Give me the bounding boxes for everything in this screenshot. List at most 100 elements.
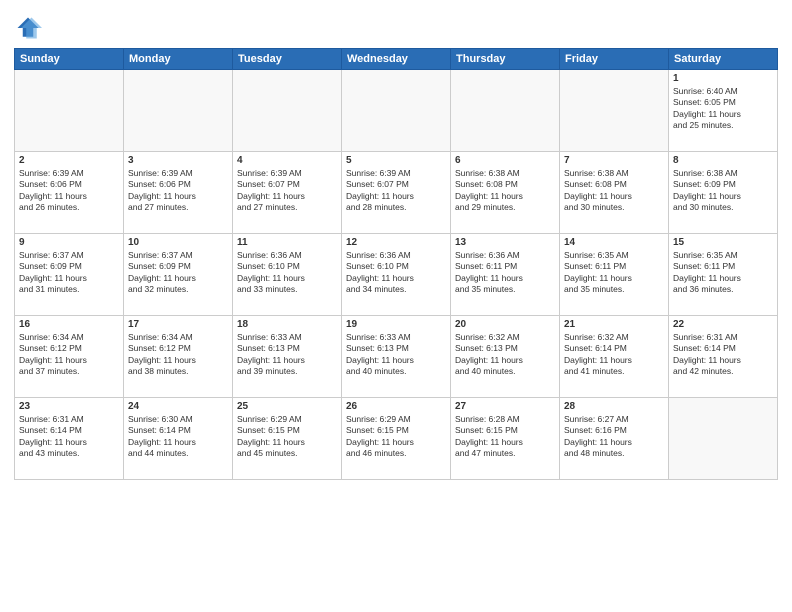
day-number: 11 [237,237,337,248]
calendar-cell: 18 Sunrise: 6:33 AM Sunset: 6:13 PM Dayli… [233,316,342,398]
day-info: Sunrise: 6:37 AM Sunset: 6:09 PM Dayligh… [19,250,119,296]
calendar-cell: 27 Sunrise: 6:28 AM Sunset: 6:15 PM Dayli… [451,398,560,480]
calendar-cell: 2 Sunrise: 6:39 AM Sunset: 6:06 PM Daylig… [15,152,124,234]
calendar-cell: 5 Sunrise: 6:39 AM Sunset: 6:07 PM Daylig… [342,152,451,234]
calendar-cell: 8Sunrise: 6:38 AM Sunset: 6:09 PM Daylig… [669,152,778,234]
day-number: 21 [564,319,664,330]
day-number: 19 [346,319,446,330]
day-info: Sunrise: 6:39 AM Sunset: 6:06 PM Dayligh… [19,168,119,214]
day-info: Sunrise: 6:31 AM Sunset: 6:14 PM Dayligh… [673,332,773,378]
calendar-cell: 15 Sunrise: 6:35 AM Sunset: 6:11 PM Dayli… [669,234,778,316]
calendar-cell [124,70,233,152]
calendar-cell: 19 Sunrise: 6:33 AM Sunset: 6:13 PM Dayli… [342,316,451,398]
calendar-cell: 12 Sunrise: 6:36 AM Sunset: 6:10 PM Dayli… [342,234,451,316]
day-number: 16 [19,319,119,330]
day-number: 3 [128,155,228,166]
day-number: 2 [19,155,119,166]
calendar-week-row: 2 Sunrise: 6:39 AM Sunset: 6:06 PM Daylig… [15,152,778,234]
day-number: 18 [237,319,337,330]
logo-icon [14,14,42,42]
calendar-cell: 20 Sunrise: 6:32 AM Sunset: 6:13 PM Dayli… [451,316,560,398]
calendar-cell: 17 Sunrise: 6:34 AM Sunset: 6:12 PM Dayli… [124,316,233,398]
day-info: Sunrise: 6:29 AM Sunset: 6:15 PM Dayligh… [237,414,337,460]
day-number: 25 [237,401,337,412]
day-info: Sunrise: 6:38 AM Sunset: 6:08 PM Dayligh… [455,168,555,214]
calendar-cell: 26Sunrise: 6:29 AM Sunset: 6:15 PM Dayli… [342,398,451,480]
day-info: Sunrise: 6:38 AM Sunset: 6:09 PM Dayligh… [673,168,773,214]
logo [14,14,44,42]
day-info: Sunrise: 6:33 AM Sunset: 6:13 PM Dayligh… [237,332,337,378]
calendar-table: SundayMondayTuesdayWednesdayThursdayFrid… [14,48,778,480]
day-number: 9 [19,237,119,248]
day-info: Sunrise: 6:38 AM Sunset: 6:08 PM Dayligh… [564,168,664,214]
day-number: 28 [564,401,664,412]
day-info: Sunrise: 6:36 AM Sunset: 6:10 PM Dayligh… [237,250,337,296]
calendar-cell: 11 Sunrise: 6:36 AM Sunset: 6:10 PM Dayli… [233,234,342,316]
calendar-cell [669,398,778,480]
calendar-cell: 3 Sunrise: 6:39 AM Sunset: 6:06 PM Daylig… [124,152,233,234]
day-info: Sunrise: 6:37 AM Sunset: 6:09 PM Dayligh… [128,250,228,296]
weekday-header: Thursday [451,49,560,70]
day-info: Sunrise: 6:35 AM Sunset: 6:11 PM Dayligh… [673,250,773,296]
calendar-cell: 13 Sunrise: 6:36 AM Sunset: 6:11 PM Dayli… [451,234,560,316]
calendar-cell: 16 Sunrise: 6:34 AM Sunset: 6:12 PM Dayli… [15,316,124,398]
day-info: Sunrise: 6:39 AM Sunset: 6:07 PM Dayligh… [237,168,337,214]
calendar-cell: 10 Sunrise: 6:37 AM Sunset: 6:09 PM Dayli… [124,234,233,316]
day-number: 7 [564,155,664,166]
calendar-cell: 1Sunrise: 6:40 AM Sunset: 6:05 PM Daylig… [669,70,778,152]
calendar-cell: 28 Sunrise: 6:27 AM Sunset: 6:16 PM Dayli… [560,398,669,480]
calendar-cell: 23 Sunrise: 6:31 AM Sunset: 6:14 PM Dayli… [15,398,124,480]
weekday-header: Monday [124,49,233,70]
day-number: 20 [455,319,555,330]
day-number: 5 [346,155,446,166]
weekday-header: Wednesday [342,49,451,70]
calendar-cell [15,70,124,152]
day-info: Sunrise: 6:40 AM Sunset: 6:05 PM Dayligh… [673,86,773,132]
day-number: 14 [564,237,664,248]
day-number: 13 [455,237,555,248]
calendar-cell: 22 Sunrise: 6:31 AM Sunset: 6:14 PM Dayli… [669,316,778,398]
day-info: Sunrise: 6:39 AM Sunset: 6:06 PM Dayligh… [128,168,228,214]
calendar-cell: 9 Sunrise: 6:37 AM Sunset: 6:09 PM Daylig… [15,234,124,316]
day-number: 12 [346,237,446,248]
day-info: Sunrise: 6:39 AM Sunset: 6:07 PM Dayligh… [346,168,446,214]
calendar-cell: 25 Sunrise: 6:29 AM Sunset: 6:15 PM Dayli… [233,398,342,480]
day-info: Sunrise: 6:27 AM Sunset: 6:16 PM Dayligh… [564,414,664,460]
calendar-cell: 21Sunrise: 6:32 AM Sunset: 6:14 PM Dayli… [560,316,669,398]
calendar-cell: 6 Sunrise: 6:38 AM Sunset: 6:08 PM Daylig… [451,152,560,234]
calendar-cell [560,70,669,152]
calendar-week-row: 1Sunrise: 6:40 AM Sunset: 6:05 PM Daylig… [15,70,778,152]
day-info: Sunrise: 6:33 AM Sunset: 6:13 PM Dayligh… [346,332,446,378]
calendar-cell: 4Sunrise: 6:39 AM Sunset: 6:07 PM Daylig… [233,152,342,234]
day-info: Sunrise: 6:31 AM Sunset: 6:14 PM Dayligh… [19,414,119,460]
calendar-cell: 14 Sunrise: 6:35 AM Sunset: 6:11 PM Dayli… [560,234,669,316]
day-number: 6 [455,155,555,166]
header [14,10,778,42]
calendar-week-row: 23 Sunrise: 6:31 AM Sunset: 6:14 PM Dayli… [15,398,778,480]
day-number: 22 [673,319,773,330]
day-info: Sunrise: 6:34 AM Sunset: 6:12 PM Dayligh… [19,332,119,378]
day-info: Sunrise: 6:35 AM Sunset: 6:11 PM Dayligh… [564,250,664,296]
day-info: Sunrise: 6:34 AM Sunset: 6:12 PM Dayligh… [128,332,228,378]
calendar-cell: 7 Sunrise: 6:38 AM Sunset: 6:08 PM Daylig… [560,152,669,234]
day-info: Sunrise: 6:36 AM Sunset: 6:11 PM Dayligh… [455,250,555,296]
day-info: Sunrise: 6:32 AM Sunset: 6:13 PM Dayligh… [455,332,555,378]
calendar-week-row: 16 Sunrise: 6:34 AM Sunset: 6:12 PM Dayli… [15,316,778,398]
day-number: 23 [19,401,119,412]
weekday-header: Saturday [669,49,778,70]
calendar-week-row: 9 Sunrise: 6:37 AM Sunset: 6:09 PM Daylig… [15,234,778,316]
weekday-header: Sunday [15,49,124,70]
day-number: 17 [128,319,228,330]
day-info: Sunrise: 6:30 AM Sunset: 6:14 PM Dayligh… [128,414,228,460]
day-info: Sunrise: 6:36 AM Sunset: 6:10 PM Dayligh… [346,250,446,296]
calendar-cell [451,70,560,152]
day-number: 27 [455,401,555,412]
day-number: 24 [128,401,228,412]
day-number: 10 [128,237,228,248]
calendar-cell [233,70,342,152]
day-number: 15 [673,237,773,248]
day-info: Sunrise: 6:29 AM Sunset: 6:15 PM Dayligh… [346,414,446,460]
weekday-header-row: SundayMondayTuesdayWednesdayThursdayFrid… [15,49,778,70]
day-info: Sunrise: 6:28 AM Sunset: 6:15 PM Dayligh… [455,414,555,460]
page: SundayMondayTuesdayWednesdayThursdayFrid… [0,0,792,612]
